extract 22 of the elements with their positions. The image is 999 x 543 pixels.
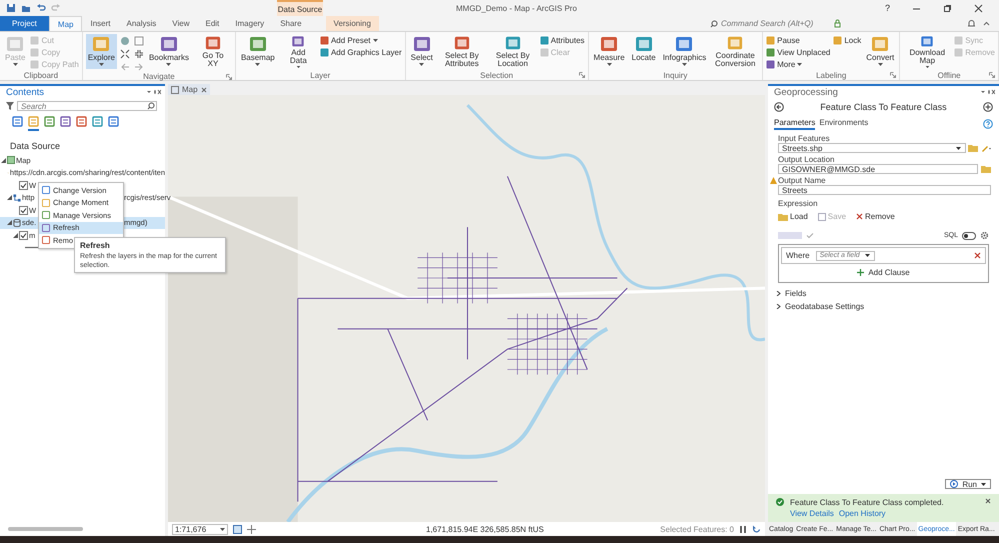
field-label: Output Name xyxy=(778,176,826,185)
group-label: Navigate xyxy=(143,72,175,81)
tooltip-title: Refresh xyxy=(80,241,111,250)
contextual-tab-label: Data Source xyxy=(277,0,323,16)
window-title: MMGD_Demo - Map - ArcGIS Pro xyxy=(456,4,577,12)
selected-features-count: Selected Features: 0 xyxy=(660,524,734,534)
clause-label: Where xyxy=(786,251,810,260)
group-label: Labeling xyxy=(816,70,846,80)
field-label: Input Features xyxy=(778,134,830,143)
coordinates-readout: 1,671,815.94E 326,585.85N ftUS xyxy=(426,524,545,534)
pane-title: Contents xyxy=(6,86,44,98)
group-label: Offline xyxy=(938,70,961,80)
group-label: Clipboard xyxy=(24,70,58,80)
field-label: Expression xyxy=(777,198,819,210)
pane-title: Geoprocessing xyxy=(774,86,838,98)
tool-title: Feature Class To Feature Class xyxy=(819,102,948,112)
notification-message: Feature Class To Feature Class completed. xyxy=(790,498,945,507)
group-label: Inquiry xyxy=(663,70,688,80)
group-label: Selection xyxy=(480,70,514,80)
group-label: Layer xyxy=(310,70,330,80)
section-heading: Data Source xyxy=(9,140,62,153)
field-label: Output Location xyxy=(778,155,834,164)
